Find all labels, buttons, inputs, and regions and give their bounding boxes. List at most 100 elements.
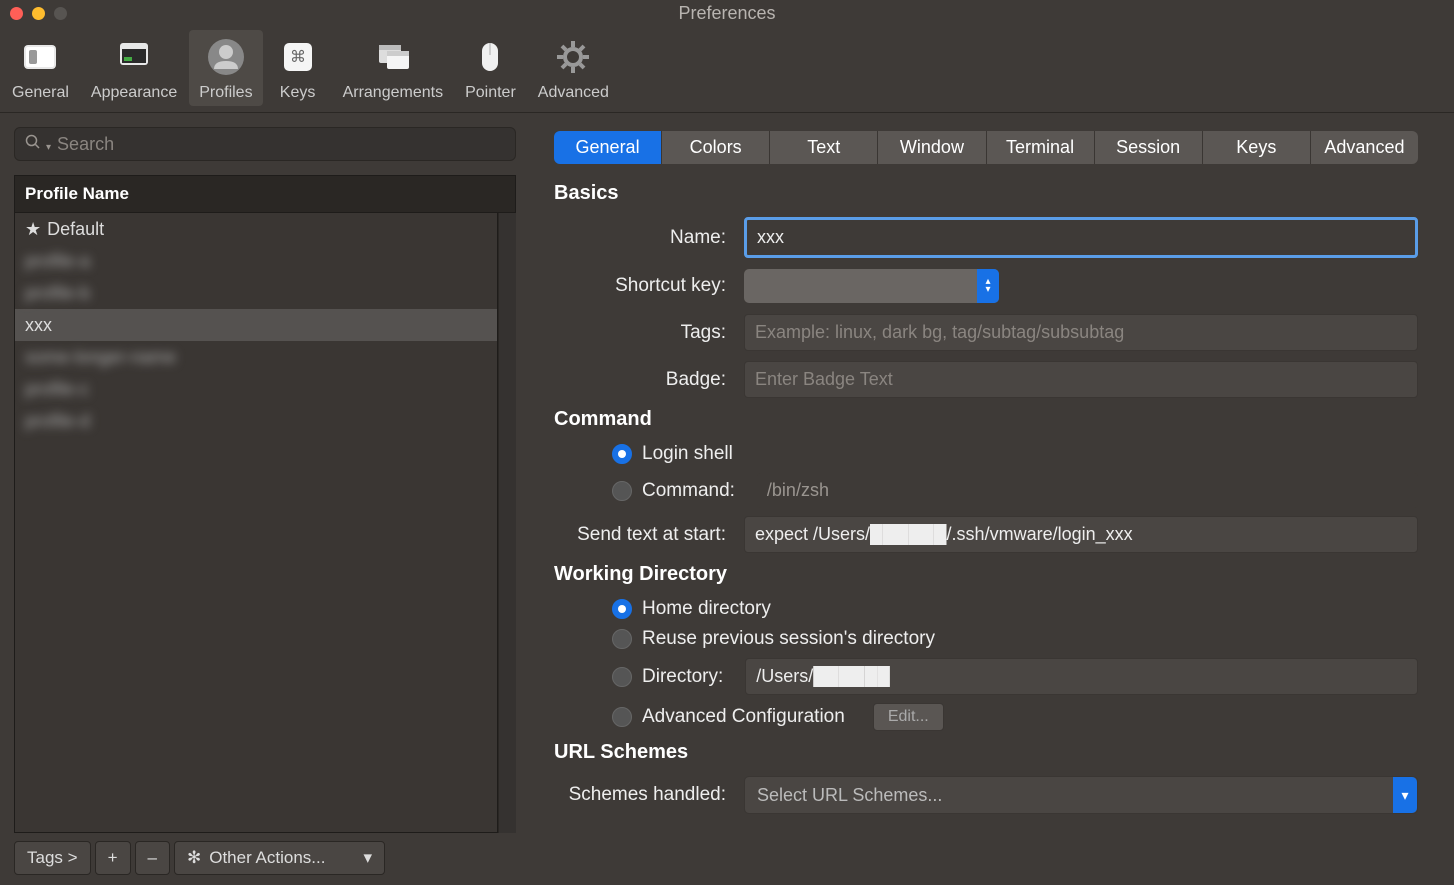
- toolbar-label: Appearance: [91, 84, 177, 102]
- remove-profile-button[interactable]: –: [135, 841, 170, 875]
- search-icon: ▾: [25, 134, 51, 155]
- tab-session[interactable]: Session: [1095, 131, 1203, 164]
- svg-text:⌘: ⌘: [290, 49, 306, 66]
- minimize-window-button[interactable]: [32, 7, 45, 20]
- section-command: Command: [554, 408, 1418, 431]
- section-workdir: Working Directory: [554, 563, 1418, 586]
- search-box[interactable]: ▾: [14, 127, 516, 161]
- window-title: Preferences: [678, 3, 775, 24]
- profile-item[interactable]: profile-c: [15, 373, 497, 405]
- login-shell-radio[interactable]: [612, 444, 632, 464]
- toolbar-pointer[interactable]: Pointer: [455, 30, 526, 106]
- tab-terminal[interactable]: Terminal: [987, 131, 1095, 164]
- schemes-label: Schemes handled:: [554, 784, 744, 806]
- command-radio[interactable]: [612, 481, 632, 501]
- mouse-icon: [467, 34, 513, 80]
- tab-advanced[interactable]: Advanced: [1311, 131, 1418, 164]
- sidebar: ▾ Profile Name ★ Default profile-a profile-…: [0, 113, 524, 885]
- reuse-directory-label: Reuse previous session's directory: [642, 628, 935, 650]
- badge-label: Badge:: [554, 369, 744, 391]
- command-input[interactable]: [757, 473, 1418, 508]
- chevron-updown-icon: [977, 269, 999, 303]
- other-actions-label: Other Actions...: [209, 848, 325, 868]
- tab-colors[interactable]: Colors: [662, 131, 770, 164]
- tab-keys[interactable]: Keys: [1203, 131, 1311, 164]
- home-directory-label: Home directory: [642, 598, 771, 620]
- section-url-schemes: URL Schemes: [554, 741, 1418, 764]
- send-text-input[interactable]: [744, 516, 1418, 553]
- toolbar-label: Pointer: [465, 84, 516, 102]
- profile-item[interactable]: profile-b: [15, 277, 497, 309]
- chevron-down-icon: [1393, 777, 1417, 813]
- toolbar-general[interactable]: General: [2, 30, 79, 106]
- toolbar: General Appearance Profiles ⌘ Keys Arran…: [0, 26, 1454, 113]
- search-input[interactable]: [57, 134, 505, 155]
- zoom-window-button[interactable]: [54, 7, 67, 20]
- detail-panel: GeneralColorsTextWindowTerminalSessionKe…: [524, 113, 1454, 885]
- profile-item-label: profile-a: [25, 251, 90, 272]
- profile-list[interactable]: ★ Default profile-a profile-b xxx some-longer…: [14, 213, 498, 833]
- toolbar-arrangements[interactable]: Arrangements: [333, 30, 454, 106]
- profile-item[interactable]: profile-d: [15, 405, 497, 437]
- toolbar-label: Keys: [280, 84, 316, 102]
- tags-input[interactable]: [744, 314, 1418, 351]
- send-text-label: Send text at start:: [554, 524, 744, 546]
- profile-item[interactable]: xxx: [15, 309, 497, 341]
- gear-icon: [550, 34, 596, 80]
- toolbar-label: Advanced: [538, 84, 609, 102]
- toolbar-label: General: [12, 84, 69, 102]
- profile-item[interactable]: some-longer-name: [15, 341, 497, 373]
- schemes-value: Select URL Schemes...: [757, 785, 942, 806]
- add-profile-button[interactable]: +: [95, 841, 131, 875]
- scrollbar[interactable]: [498, 213, 516, 833]
- name-label: Name:: [554, 227, 744, 249]
- tags-dropdown[interactable]: Tags >: [14, 841, 91, 875]
- switch-icon: [17, 34, 63, 80]
- toolbar-appearance[interactable]: Appearance: [81, 30, 187, 106]
- command-label: Command:: [642, 480, 735, 502]
- profile-item-label: some-longer-name: [25, 347, 176, 368]
- profile-item-label: profile-b: [25, 283, 90, 304]
- toolbar-profiles[interactable]: Profiles: [189, 30, 262, 106]
- shortcut-label: Shortcut key:: [554, 275, 744, 297]
- advanced-config-label: Advanced Configuration: [642, 706, 845, 728]
- name-input[interactable]: [744, 217, 1418, 258]
- profile-list-header: Profile Name: [14, 175, 516, 213]
- titlebar: Preferences: [0, 0, 1454, 26]
- home-directory-radio[interactable]: [612, 599, 632, 619]
- profile-item-label: xxx: [25, 315, 52, 336]
- advanced-config-radio[interactable]: [612, 707, 632, 727]
- tab-text[interactable]: Text: [770, 131, 878, 164]
- toolbar-keys[interactable]: ⌘ Keys: [265, 30, 331, 106]
- tags-label: Tags:: [554, 322, 744, 344]
- other-actions-dropdown[interactable]: ✻ Other Actions... ▾: [174, 841, 385, 875]
- profile-tab-bar: GeneralColorsTextWindowTerminalSessionKe…: [554, 131, 1418, 164]
- directory-label: Directory:: [642, 666, 723, 688]
- star-icon: ★: [25, 219, 41, 240]
- chevron-down-icon: ▾: [363, 848, 372, 868]
- section-basics: Basics: [554, 182, 1418, 205]
- toolbar-label: Profiles: [199, 84, 252, 102]
- directory-radio[interactable]: [612, 667, 632, 687]
- tab-general[interactable]: General: [554, 131, 662, 164]
- directory-input[interactable]: [745, 658, 1418, 695]
- badge-input[interactable]: [744, 361, 1418, 398]
- desktop-icon: [111, 34, 157, 80]
- toolbar-advanced[interactable]: Advanced: [528, 30, 619, 106]
- schemes-select[interactable]: Select URL Schemes...: [744, 776, 1418, 814]
- traffic-lights: [10, 7, 67, 20]
- profile-item-label: profile-c: [25, 379, 89, 400]
- close-window-button[interactable]: [10, 7, 23, 20]
- login-shell-label: Login shell: [642, 443, 733, 465]
- gear-icon: ✻: [187, 848, 201, 868]
- shortcut-select[interactable]: [744, 269, 999, 303]
- edit-button[interactable]: Edit...: [873, 703, 944, 731]
- toolbar-label: Arrangements: [343, 84, 444, 102]
- sidebar-bottom-bar: Tags > + – ✻ Other Actions... ▾: [14, 841, 516, 875]
- profile-icon: [203, 34, 249, 80]
- profile-item[interactable]: ★ Default: [15, 213, 497, 245]
- reuse-directory-radio[interactable]: [612, 629, 632, 649]
- tab-window[interactable]: Window: [878, 131, 986, 164]
- profile-item[interactable]: profile-a: [15, 245, 497, 277]
- profile-item-label: Default: [47, 219, 104, 240]
